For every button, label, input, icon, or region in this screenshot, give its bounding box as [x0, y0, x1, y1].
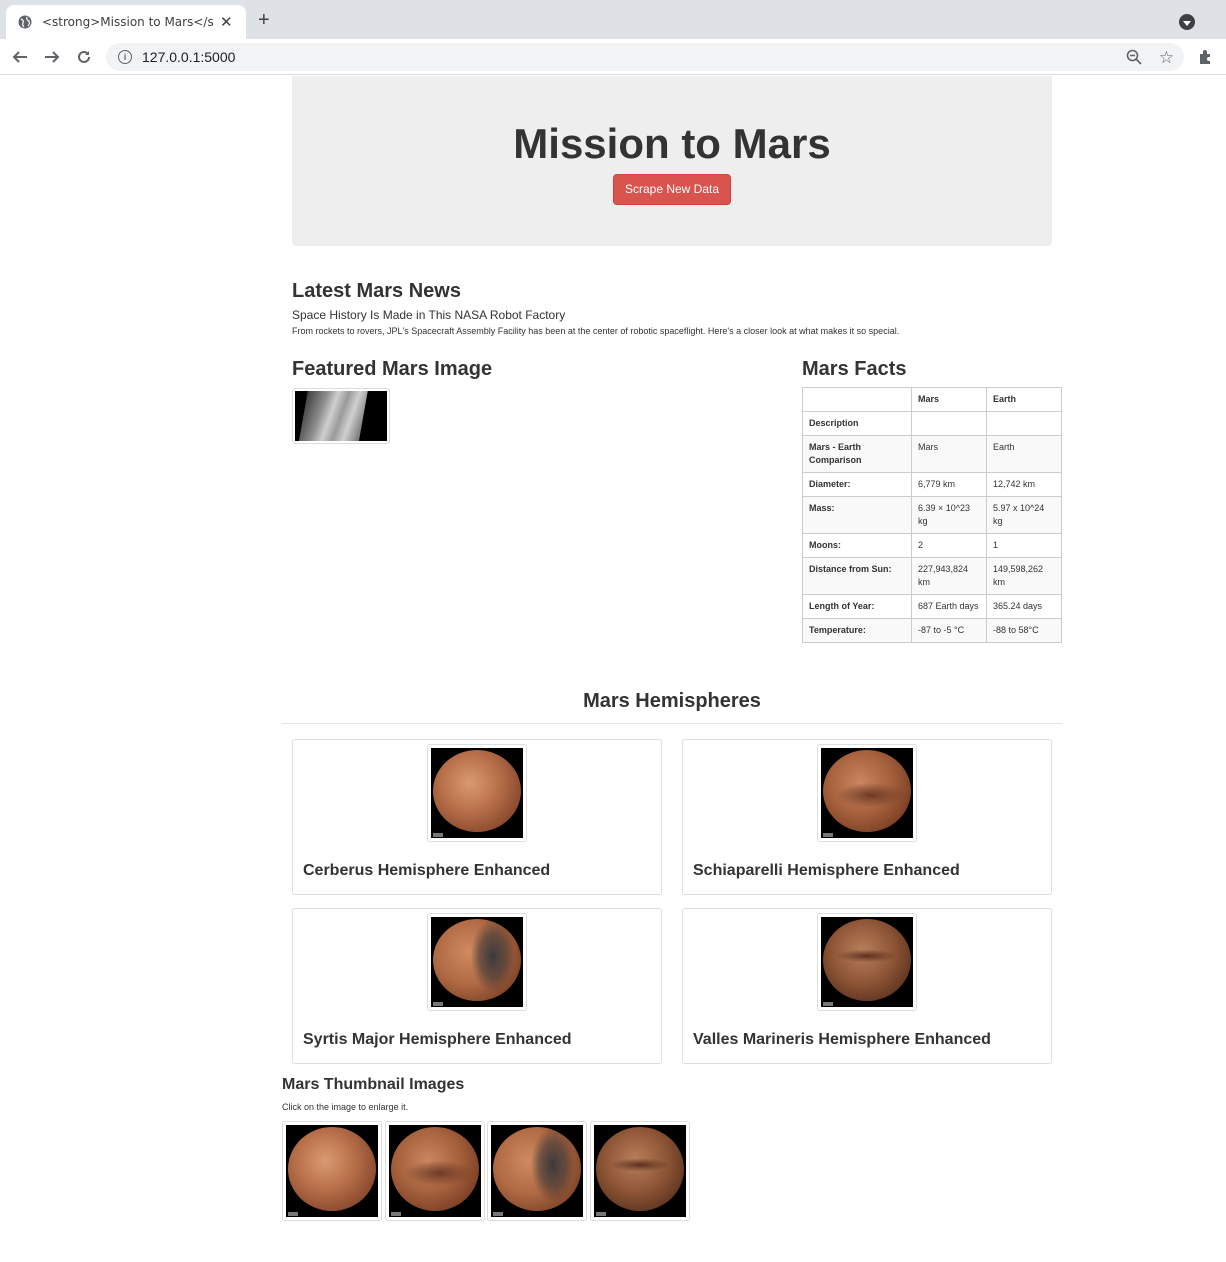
tab-search-icon[interactable] — [1179, 14, 1195, 30]
table-cell: 6.39 × 10^23 kg — [911, 496, 987, 534]
tab-title: <strong>Mission to Mars</strong> — [42, 15, 214, 29]
hemisphere-title: Schiaparelli Hemisphere Enhanced — [693, 862, 960, 879]
table-cell: Mars - Earth Comparison — [802, 435, 912, 473]
facts-table: Mars Earth Description Mars - Earth Comp… — [802, 387, 1062, 643]
scrape-button[interactable]: Scrape New Data — [613, 174, 731, 205]
table-cell: Mars — [911, 435, 987, 473]
thumbnails-heading: Mars Thumbnail Images — [282, 1076, 465, 1093]
table-cell: -88 to 58°C — [986, 618, 1062, 643]
thumbnails-note: Click on the image to enlarge it. — [282, 1102, 409, 1112]
table-cell: Diameter: — [802, 472, 912, 497]
hemisphere-card: Schiaparelli Hemisphere Enhanced — [682, 739, 1052, 895]
forward-icon[interactable] — [42, 47, 62, 67]
table-cell: 5.97 x 10^24 kg — [986, 496, 1062, 534]
table-cell: 227,943,824 km — [911, 557, 987, 595]
table-row: Mars - Earth Comparison Mars Earth — [802, 435, 1062, 473]
table-row: Distance from Sun: 227,943,824 km 149,598,… — [802, 557, 1062, 595]
hemisphere-title: Valles Marineris Hemisphere Enhanced — [693, 1031, 991, 1048]
table-row: Mass: 6.39 × 10^23 kg 5.97 x 10^24 kg — [802, 496, 1062, 534]
featured-image[interactable] — [292, 388, 390, 444]
table-cell: 6,779 km — [911, 472, 987, 497]
reload-icon[interactable] — [74, 47, 94, 67]
table-row: Diameter: 6,779 km 12,742 km — [802, 472, 1062, 497]
hemisphere-title: Syrtis Major Hemisphere Enhanced — [303, 1031, 572, 1048]
table-row: Moons: 2 1 — [802, 533, 1062, 558]
zoom-icon[interactable] — [1126, 49, 1142, 70]
news-heading: Latest Mars News — [292, 280, 461, 302]
hemisphere-image[interactable] — [427, 744, 527, 842]
hemispheres-heading: Mars Hemispheres — [583, 690, 761, 712]
thumbnail-image[interactable] — [385, 1121, 485, 1221]
table-cell: 149,598,262 km — [986, 557, 1062, 595]
hemisphere-card: Valles Marineris Hemisphere Enhanced — [682, 908, 1052, 1064]
table-cell: 2 — [911, 533, 987, 558]
hemisphere-image[interactable] — [427, 913, 527, 1011]
table-row: Length of Year: 687 Earth days 365.24 days — [802, 594, 1062, 619]
table-cell: Length of Year: — [802, 594, 912, 619]
table-header-cell: Earth — [986, 387, 1062, 412]
thumbnail-image[interactable] — [282, 1121, 382, 1221]
globe-icon — [18, 15, 32, 29]
featured-heading: Featured Mars Image — [292, 358, 493, 380]
news-title: Space History Is Made in This NASA Robot… — [292, 308, 566, 322]
hemisphere-card: Cerberus Hemisphere Enhanced — [292, 739, 662, 895]
table-cell: 365.24 days — [986, 594, 1062, 619]
table-cell: Distance from Sun: — [802, 557, 912, 595]
extensions-icon[interactable] — [1198, 49, 1214, 70]
table-cell — [911, 411, 987, 436]
table-cell: -87 to -5 °C — [911, 618, 987, 643]
hemisphere-image[interactable] — [817, 913, 917, 1011]
jumbotron: Mission to Mars Scrape New Data — [292, 76, 1052, 246]
table-header-row: Mars Earth — [802, 387, 1062, 412]
hemisphere-image[interactable] — [817, 744, 917, 842]
thumbnail-image[interactable] — [487, 1121, 587, 1221]
table-row: Description — [802, 411, 1062, 436]
thumbnail-image[interactable] — [590, 1121, 690, 1221]
back-icon[interactable] — [10, 47, 30, 67]
browser-toolbar: i 127.0.0.1:5000 ☆ — [0, 39, 1226, 75]
table-cell: Temperature: — [802, 618, 912, 643]
table-cell: 1 — [986, 533, 1062, 558]
info-icon[interactable]: i — [118, 50, 132, 64]
hemisphere-card: Syrtis Major Hemisphere Enhanced — [292, 908, 662, 1064]
table-cell: Earth — [986, 435, 1062, 473]
news-paragraph: From rockets to rovers, JPL's Spacecraft… — [292, 326, 900, 336]
page-title: Mission to Mars — [513, 120, 831, 167]
divider — [282, 723, 1062, 724]
table-cell: 687 Earth days — [911, 594, 987, 619]
browser-tab[interactable]: <strong>Mission to Mars</strong> ✕ — [6, 5, 246, 39]
facts-heading: Mars Facts — [802, 358, 907, 380]
table-cell — [986, 411, 1062, 436]
tab-strip: <strong>Mission to Mars</strong> ✕ + — [0, 0, 1226, 39]
address-bar[interactable]: i 127.0.0.1:5000 ☆ — [106, 43, 1184, 71]
hemisphere-title: Cerberus Hemisphere Enhanced — [303, 862, 551, 879]
table-header-cell — [802, 387, 912, 412]
close-icon[interactable]: ✕ — [220, 13, 233, 31]
table-row: Temperature: -87 to -5 °C -88 to 58°C — [802, 618, 1062, 643]
page-content: Mission to Mars Scrape New Data Latest M… — [0, 76, 1226, 1262]
url-text: 127.0.0.1:5000 — [142, 49, 236, 65]
table-cell: Mass: — [802, 496, 912, 534]
table-cell: Moons: — [802, 533, 912, 558]
table-header-cell: Mars — [911, 387, 987, 412]
bookmark-star-icon[interactable]: ☆ — [1159, 48, 1174, 68]
new-tab-button[interactable]: + — [258, 10, 270, 30]
table-cell: 12,742 km — [986, 472, 1062, 497]
table-cell: Description — [802, 411, 912, 436]
